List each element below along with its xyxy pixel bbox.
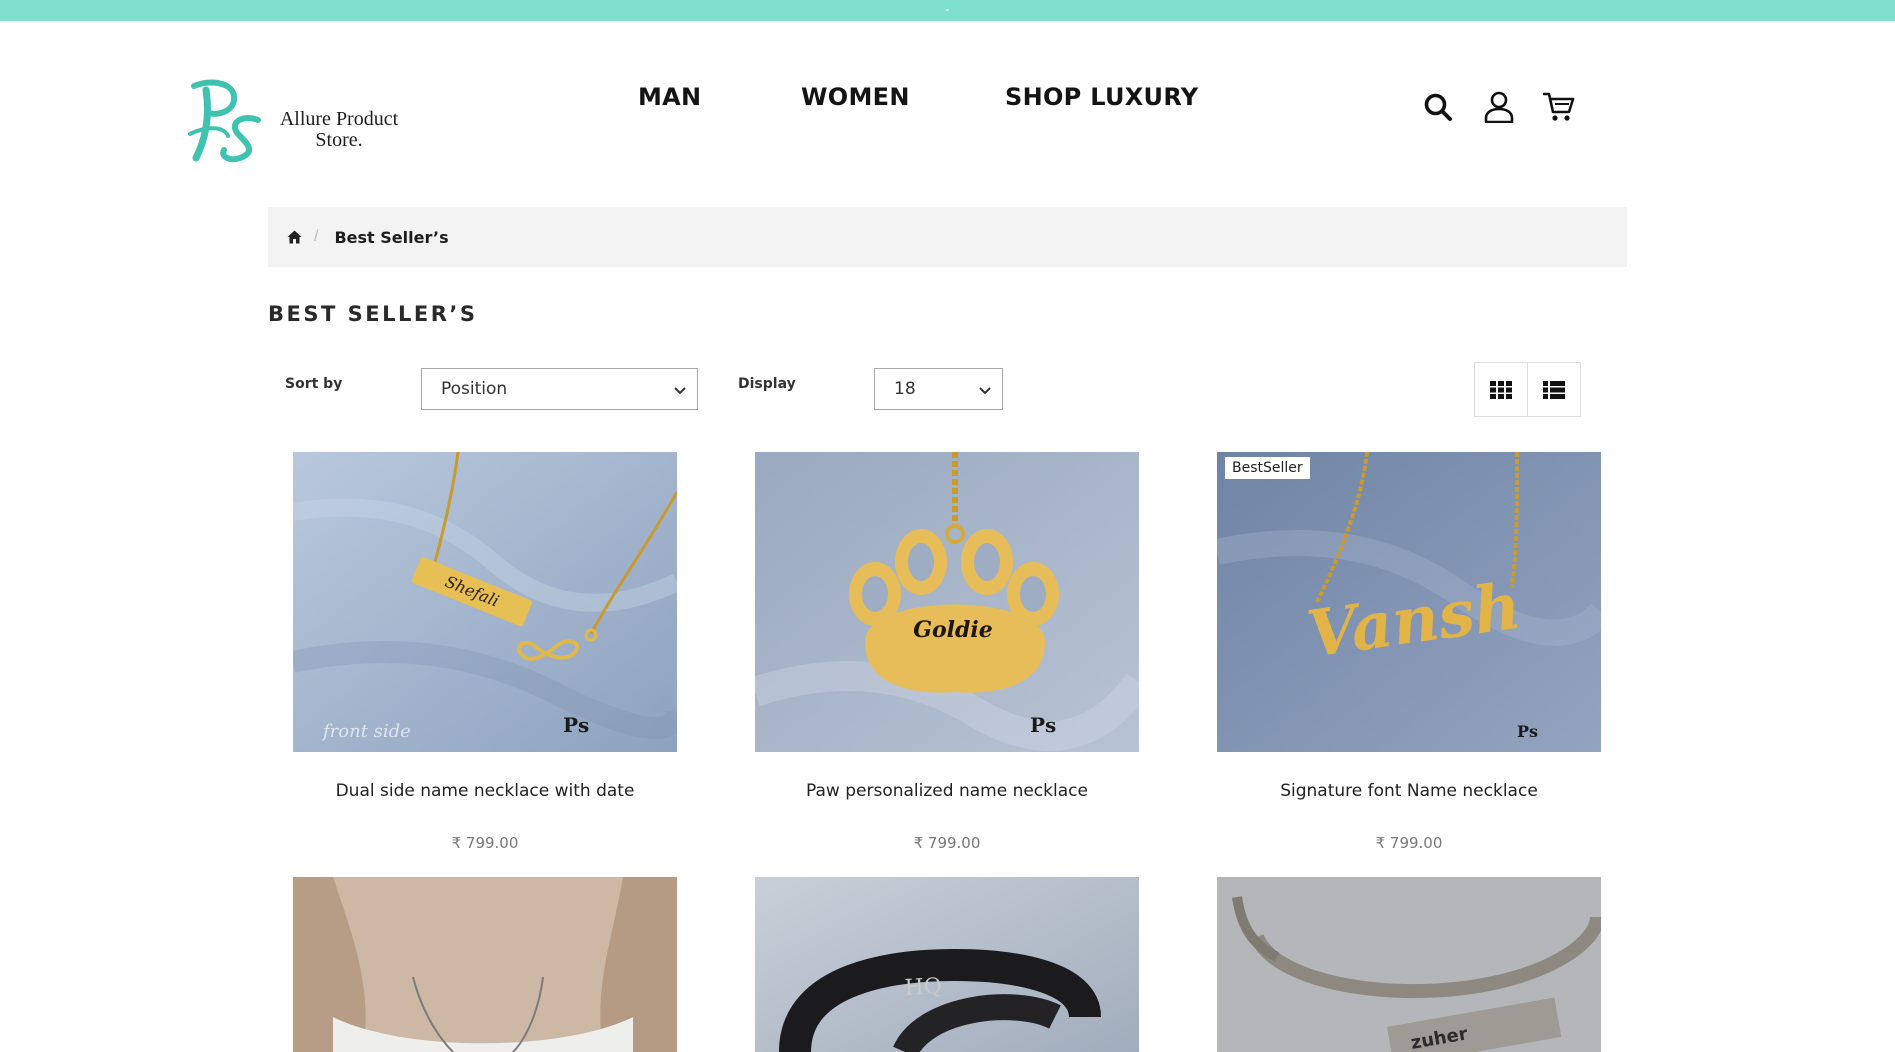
nav-item-shop-luxury[interactable]: SHOP LUXURY	[1005, 83, 1198, 111]
grid-view-button[interactable]	[1474, 362, 1528, 417]
bestseller-badge: BestSeller	[1225, 457, 1310, 479]
breadcrumb: / Best Seller’s	[268, 207, 1627, 267]
product-image: Shefali front side Ps	[293, 452, 677, 752]
product-image-link[interactable]	[293, 877, 677, 1052]
product-image-link[interactable]: Vansh Ps	[1217, 452, 1601, 752]
grid-view-icon	[1490, 380, 1512, 399]
product-image: HQ	[755, 877, 1139, 1052]
breadcrumb-separator: /	[314, 228, 319, 245]
product-price: ₹ 799.00	[1375, 834, 1443, 852]
user-icon	[1484, 91, 1514, 123]
product-image-link[interactable]: Shefali front side Ps	[293, 452, 677, 752]
product-image: Vansh Ps	[1217, 452, 1601, 752]
display-select-value: 18	[894, 379, 916, 399]
product-image-link[interactable]: HQ	[755, 877, 1139, 1052]
product-image: Goldie Ps	[755, 452, 1139, 752]
logo-line-2: Store.	[315, 129, 363, 151]
display-label: Display	[738, 376, 796, 392]
product-name[interactable]: Paw personalized name necklace	[755, 781, 1139, 801]
product-image	[293, 877, 677, 1052]
chevron-down-icon	[674, 387, 686, 395]
product-name[interactable]: Signature font Name necklace	[1217, 781, 1601, 801]
breadcrumb-home[interactable]	[286, 229, 302, 245]
account-button[interactable]	[1480, 87, 1518, 127]
home-icon	[287, 230, 301, 244]
cart-icon	[1543, 92, 1575, 121]
watermark-logo: Ps	[1517, 722, 1538, 741]
product-image-link[interactable]: Goldie Ps	[755, 452, 1139, 752]
announcement-dot	[946, 9, 949, 11]
page-title: BEST SELLER’S	[268, 302, 478, 326]
breadcrumb-current: Best Seller’s	[334, 227, 449, 247]
watermark-logo: Ps	[1030, 713, 1056, 737]
product-name[interactable]: Dual side name necklace with date	[293, 781, 677, 801]
product-price: ₹ 799.00	[913, 834, 981, 852]
logo-line-1: Allure Product	[279, 108, 399, 130]
product-image-link[interactable]: zuher	[1217, 877, 1601, 1052]
sort-select[interactable]: Position	[421, 368, 698, 410]
product-image: zuher	[1217, 877, 1601, 1052]
product-price: ₹ 799.00	[451, 834, 519, 852]
nav-item-man[interactable]: MAN	[638, 83, 701, 111]
list-view-icon	[1543, 380, 1565, 399]
sort-label: Sort by	[285, 376, 343, 392]
display-select[interactable]: 18	[874, 368, 1003, 410]
cart-button[interactable]	[1540, 87, 1578, 127]
announcement-bar	[0, 0, 1895, 21]
search-icon	[1424, 93, 1452, 121]
nav-item-women[interactable]: WOMEN	[801, 83, 910, 111]
engraving-text: HQ	[904, 974, 942, 1001]
watermark-logo: Ps	[563, 713, 589, 737]
search-button[interactable]	[1419, 87, 1457, 127]
store-logo[interactable]: Allure Product Store.	[184, 76, 414, 166]
site-header: Allure Product Store. MAN WOMEN SHOP LUX…	[0, 21, 1895, 171]
list-view-button[interactable]	[1527, 362, 1581, 417]
chevron-down-icon	[979, 387, 991, 395]
engraving-text: Goldie	[913, 617, 993, 643]
sort-select-value: Position	[441, 379, 508, 399]
logo-wordmark: Allure Product Store.	[264, 109, 414, 151]
logo-mark-icon	[188, 79, 261, 163]
watermark-text: front side	[321, 721, 411, 742]
